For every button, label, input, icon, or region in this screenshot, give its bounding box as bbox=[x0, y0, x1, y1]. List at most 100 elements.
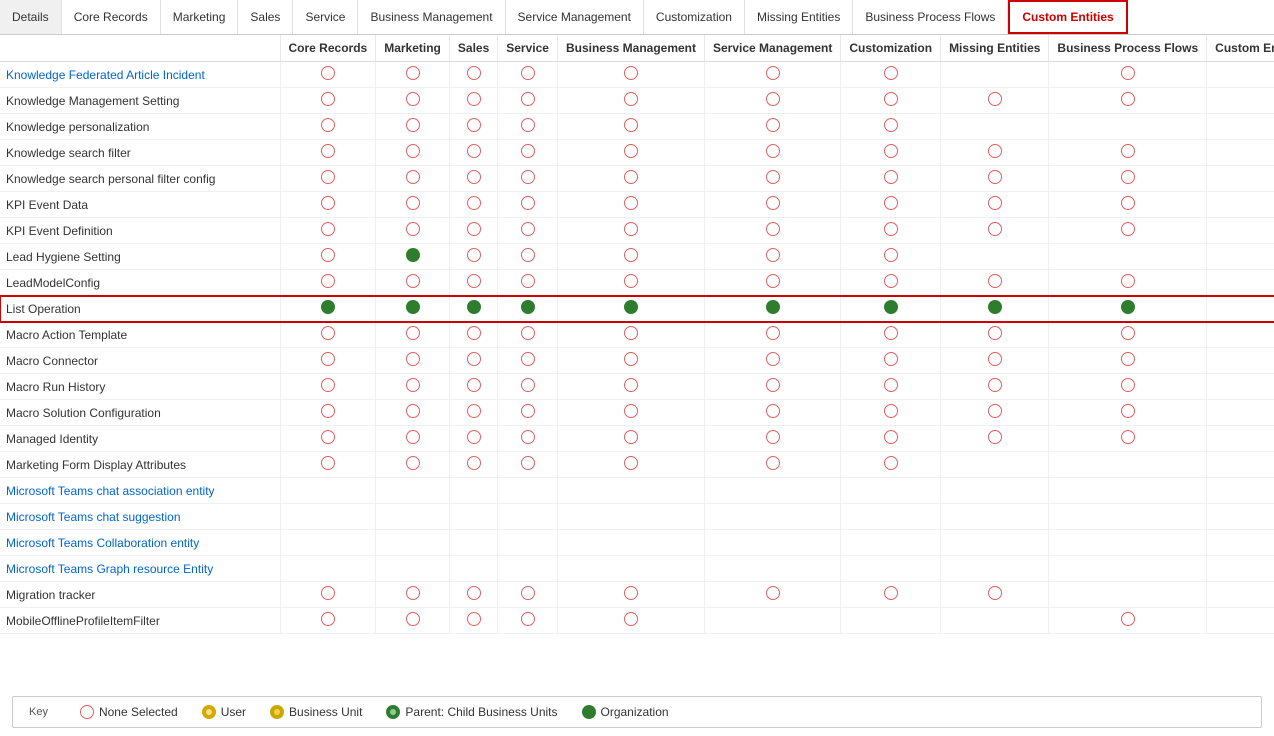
cell-16-1 bbox=[376, 478, 450, 504]
cell-18-3 bbox=[498, 530, 558, 556]
cell-6-7 bbox=[941, 218, 1049, 244]
cell-2-7 bbox=[941, 114, 1049, 140]
cell-5-5 bbox=[705, 192, 841, 218]
cell-17-4 bbox=[557, 504, 704, 530]
table-row[interactable]: Managed Identity bbox=[0, 426, 1274, 452]
tab-business-management[interactable]: Business Management bbox=[358, 0, 505, 34]
cell-12-0 bbox=[280, 374, 376, 400]
cell-9-7 bbox=[941, 296, 1049, 322]
col-header-7: Customization bbox=[841, 35, 941, 62]
table-wrapper[interactable]: Core RecordsMarketingSalesServiceBusines… bbox=[0, 35, 1274, 688]
cell-6-5 bbox=[705, 218, 841, 244]
cell-14-3 bbox=[498, 426, 558, 452]
cell-15-4 bbox=[557, 452, 704, 478]
cell-0-5 bbox=[705, 62, 841, 88]
row-name: Marketing Form Display Attributes bbox=[0, 452, 280, 478]
tab-core-records[interactable]: Core Records bbox=[62, 0, 161, 34]
cell-6-3 bbox=[498, 218, 558, 244]
cell-14-0 bbox=[280, 426, 376, 452]
table-row[interactable]: Knowledge Federated Article Incident bbox=[0, 62, 1274, 88]
cell-14-6 bbox=[841, 426, 941, 452]
cell-6-0 bbox=[280, 218, 376, 244]
table-row[interactable]: Knowledge personalization bbox=[0, 114, 1274, 140]
cell-8-1 bbox=[376, 270, 450, 296]
table-row[interactable]: Knowledge Management Setting bbox=[0, 88, 1274, 114]
table-row[interactable]: Lead Hygiene Setting bbox=[0, 244, 1274, 270]
tab-service[interactable]: Service bbox=[293, 0, 358, 34]
tab-sales[interactable]: Sales bbox=[238, 0, 293, 34]
cell-13-0 bbox=[280, 400, 376, 426]
table-row[interactable]: Marketing Form Display Attributes bbox=[0, 452, 1274, 478]
cell-13-7 bbox=[941, 400, 1049, 426]
cell-13-6 bbox=[841, 400, 941, 426]
cell-14-8 bbox=[1049, 426, 1207, 452]
cell-13-1 bbox=[376, 400, 450, 426]
cell-15-0 bbox=[280, 452, 376, 478]
main-area: Core RecordsMarketingSalesServiceBusines… bbox=[0, 35, 1274, 736]
cell-9-8 bbox=[1049, 296, 1207, 322]
table-row[interactable]: Microsoft Teams chat association entity bbox=[0, 478, 1274, 504]
cell-14-2 bbox=[449, 426, 497, 452]
col-header-5: Business Management bbox=[557, 35, 704, 62]
cell-15-2 bbox=[449, 452, 497, 478]
table-row[interactable]: Knowledge search filter bbox=[0, 140, 1274, 166]
table-row[interactable]: Macro Connector bbox=[0, 348, 1274, 374]
tab-marketing[interactable]: Marketing bbox=[161, 0, 239, 34]
cell-13-2 bbox=[449, 400, 497, 426]
cell-17-2 bbox=[449, 504, 497, 530]
cell-1-8 bbox=[1049, 88, 1207, 114]
tab-business-process-flows[interactable]: Business Process Flows bbox=[853, 0, 1008, 34]
tab-customization[interactable]: Customization bbox=[644, 0, 745, 34]
cell-19-1 bbox=[376, 556, 450, 582]
cell-15-7 bbox=[941, 452, 1049, 478]
cell-20-5 bbox=[705, 582, 841, 608]
table-row[interactable]: Microsoft Teams chat suggestion bbox=[0, 504, 1274, 530]
row-name: Knowledge search filter bbox=[0, 140, 280, 166]
cell-20-1 bbox=[376, 582, 450, 608]
table-row[interactable]: Macro Action Template bbox=[0, 322, 1274, 348]
table-row[interactable]: KPI Event Data bbox=[0, 192, 1274, 218]
cell-11-4 bbox=[557, 348, 704, 374]
table-row[interactable]: Microsoft Teams Collaboration entity bbox=[0, 530, 1274, 556]
cell-2-3 bbox=[498, 114, 558, 140]
cell-5-1 bbox=[376, 192, 450, 218]
table-row[interactable]: Macro Run History bbox=[0, 374, 1274, 400]
cell-0-7 bbox=[941, 62, 1049, 88]
col-header-9: Business Process Flows bbox=[1049, 35, 1207, 62]
table-row[interactable]: Migration tracker bbox=[0, 582, 1274, 608]
col-header-6: Service Management bbox=[705, 35, 841, 62]
row-name: Knowledge personalization bbox=[0, 114, 280, 140]
table-row[interactable]: LeadModelConfig bbox=[0, 270, 1274, 296]
cell-21-7 bbox=[941, 608, 1049, 634]
cell-2-1 bbox=[376, 114, 450, 140]
key-label-none: None Selected bbox=[99, 705, 178, 719]
tab-missing-entities[interactable]: Missing Entities bbox=[745, 0, 853, 34]
cell-13-8 bbox=[1049, 400, 1207, 426]
cell-10-3 bbox=[498, 322, 558, 348]
cell-20-7 bbox=[941, 582, 1049, 608]
cell-8-8 bbox=[1049, 270, 1207, 296]
table-row[interactable]: MobileOfflineProfileItemFilter bbox=[0, 608, 1274, 634]
cell-7-2 bbox=[449, 244, 497, 270]
table-row[interactable]: Microsoft Teams Graph resource Entity bbox=[0, 556, 1274, 582]
tab-custom-entities[interactable]: Custom Entities bbox=[1008, 0, 1127, 34]
table-row[interactable]: Knowledge search personal filter config bbox=[0, 166, 1274, 192]
table-row[interactable]: List Operation bbox=[0, 296, 1274, 322]
table-row[interactable]: Macro Solution Configuration bbox=[0, 400, 1274, 426]
cell-8-2 bbox=[449, 270, 497, 296]
entity-table: Core RecordsMarketingSalesServiceBusines… bbox=[0, 35, 1274, 634]
cell-12-8 bbox=[1049, 374, 1207, 400]
row-name: MobileOfflineProfileItemFilter bbox=[0, 608, 280, 634]
cell-17-8 bbox=[1049, 504, 1207, 530]
cell-12-6 bbox=[841, 374, 941, 400]
row-name: Macro Action Template bbox=[0, 322, 280, 348]
cell-3-4 bbox=[557, 140, 704, 166]
cell-4-2 bbox=[449, 166, 497, 192]
cell-5-8 bbox=[1049, 192, 1207, 218]
table-row[interactable]: KPI Event Definition bbox=[0, 218, 1274, 244]
cell-9-0 bbox=[280, 296, 376, 322]
tab-service-management[interactable]: Service Management bbox=[506, 0, 644, 34]
key-label-parent: Parent: Child Business Units bbox=[405, 705, 557, 719]
cell-20-8 bbox=[1049, 582, 1207, 608]
tab-details[interactable]: Details bbox=[0, 0, 62, 34]
